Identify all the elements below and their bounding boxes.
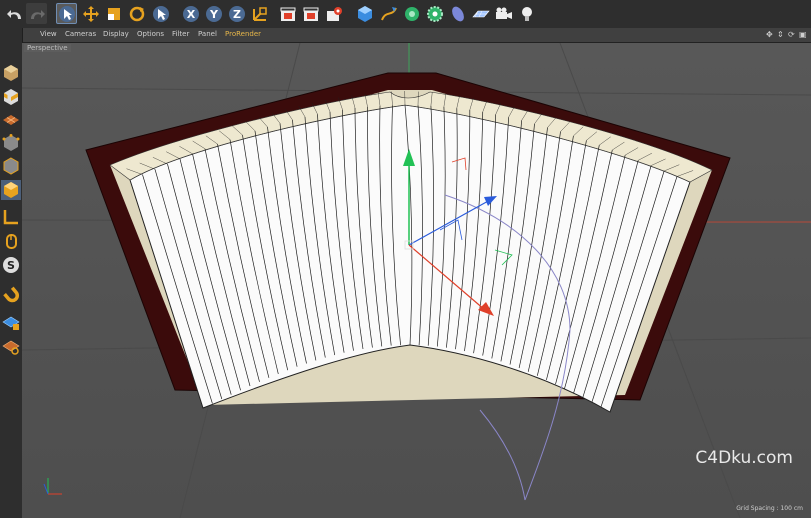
deformer-button[interactable] (447, 3, 468, 24)
world-coord-icon (252, 6, 267, 21)
svg-text:Z: Z (233, 8, 241, 21)
workplane-lock-button[interactable] (1, 312, 21, 332)
deformer-curve-lower (479, 409, 526, 501)
menu-filter[interactable]: Filter (172, 30, 189, 38)
nurbs-icon (404, 6, 419, 21)
left-toolbar: S (0, 28, 23, 518)
perspective-viewport[interactable]: Perspective Grid Spacing : 100 cm (22, 43, 811, 518)
workplane-button[interactable] (1, 336, 21, 356)
magnet-icon (3, 286, 20, 303)
edges-icon (3, 157, 19, 175)
make-editable-button[interactable] (1, 63, 21, 83)
svg-text:S: S (7, 259, 15, 272)
rotate-icon (129, 6, 144, 21)
gear-clapper-icon (326, 6, 342, 21)
viewport-scene (22, 43, 811, 518)
render-view-button[interactable] (277, 3, 298, 24)
texture-icon (3, 115, 19, 125)
edges-mode-button[interactable] (1, 156, 21, 176)
cube-button[interactable] (354, 3, 375, 24)
viewport-label: Perspective (24, 44, 71, 52)
subdivision-button[interactable] (401, 3, 422, 24)
move-view-icon[interactable]: ✥ (766, 30, 773, 39)
recent-tool[interactable] (150, 3, 171, 24)
redo-button[interactable] (26, 3, 47, 24)
polygons-mode-button[interactable] (1, 180, 21, 200)
z-axis-icon: Z (228, 5, 245, 22)
floor-button[interactable] (470, 3, 491, 24)
scale-tool[interactable] (103, 3, 124, 24)
snap-button[interactable]: S (1, 255, 21, 275)
render-picture-viewer-button[interactable] (300, 3, 321, 24)
mouse-icon (6, 234, 17, 249)
array-button[interactable] (424, 3, 445, 24)
cube-icon (357, 5, 372, 22)
texture-mode-button[interactable] (1, 110, 21, 130)
z-axis-lock[interactable]: Z (226, 3, 247, 24)
magnet-button[interactable] (1, 284, 21, 304)
clapper-icon (303, 7, 318, 21)
light-bulb-icon (521, 6, 532, 21)
axis-icon (3, 210, 18, 225)
tweak-mode-button[interactable] (1, 230, 21, 250)
svg-text:X: X (186, 8, 195, 21)
y-axis-lock[interactable]: Y (203, 3, 224, 24)
checker-cube-icon (4, 89, 18, 105)
gear-icon (426, 5, 443, 22)
floor-icon (471, 10, 490, 17)
rotate-tool[interactable] (126, 3, 147, 24)
camera-icon (495, 7, 512, 19)
menu-cameras[interactable]: Cameras (65, 30, 96, 38)
model-mode-button[interactable] (1, 87, 21, 107)
zoom-view-icon[interactable]: ⇕ (777, 30, 784, 39)
rotate-view-icon[interactable]: ⟳ (788, 30, 795, 39)
main-toolbar: X Y Z (0, 0, 811, 29)
corner-z-axis (43, 483, 49, 495)
undo-icon (6, 9, 21, 19)
axis-mode-button[interactable] (1, 207, 21, 227)
cursor-icon (58, 5, 75, 22)
undo-button[interactable] (4, 3, 25, 24)
live-selection-tool[interactable] (56, 3, 77, 24)
snap-icon: S (3, 257, 19, 273)
grid-spacing-label: Grid Spacing : 100 cm (736, 505, 803, 512)
points-mode-button[interactable] (1, 133, 21, 153)
menu-prorender[interactable]: ProRender (225, 30, 261, 38)
move-icon (82, 5, 99, 22)
pen-icon (380, 6, 397, 20)
grid-icon (2, 340, 20, 355)
scale-icon (107, 7, 120, 20)
render-settings-button[interactable] (323, 3, 344, 24)
y-axis-icon: Y (205, 5, 222, 22)
make-editable-icon (4, 65, 18, 81)
cursor-icon (152, 5, 169, 22)
x-axis-icon: X (182, 5, 199, 22)
coordinate-system-toggle[interactable] (249, 3, 270, 24)
menu-view[interactable]: View (40, 30, 57, 38)
pen-spline-button[interactable] (378, 3, 399, 24)
move-tool[interactable] (80, 3, 101, 24)
watermark-text: C4Dku.com (695, 448, 793, 468)
redo-icon (30, 9, 45, 19)
menu-panel[interactable]: Panel (198, 30, 217, 38)
clapper-icon (280, 7, 295, 21)
menu-display[interactable]: Display (103, 30, 129, 38)
points-icon (2, 134, 20, 151)
camera-button[interactable] (493, 3, 514, 24)
lock-grid-icon (2, 316, 20, 330)
menu-options[interactable]: Options (137, 30, 164, 38)
polygons-icon (4, 182, 18, 198)
maximize-view-icon[interactable]: ▣ (799, 30, 807, 39)
x-axis-lock[interactable]: X (180, 3, 201, 24)
viewport-menubar: View Cameras Display Options Filter Panel ProR… (22, 28, 811, 43)
svg-text:Y: Y (209, 8, 219, 21)
light-button[interactable] (516, 3, 537, 24)
bend-icon (451, 6, 464, 21)
